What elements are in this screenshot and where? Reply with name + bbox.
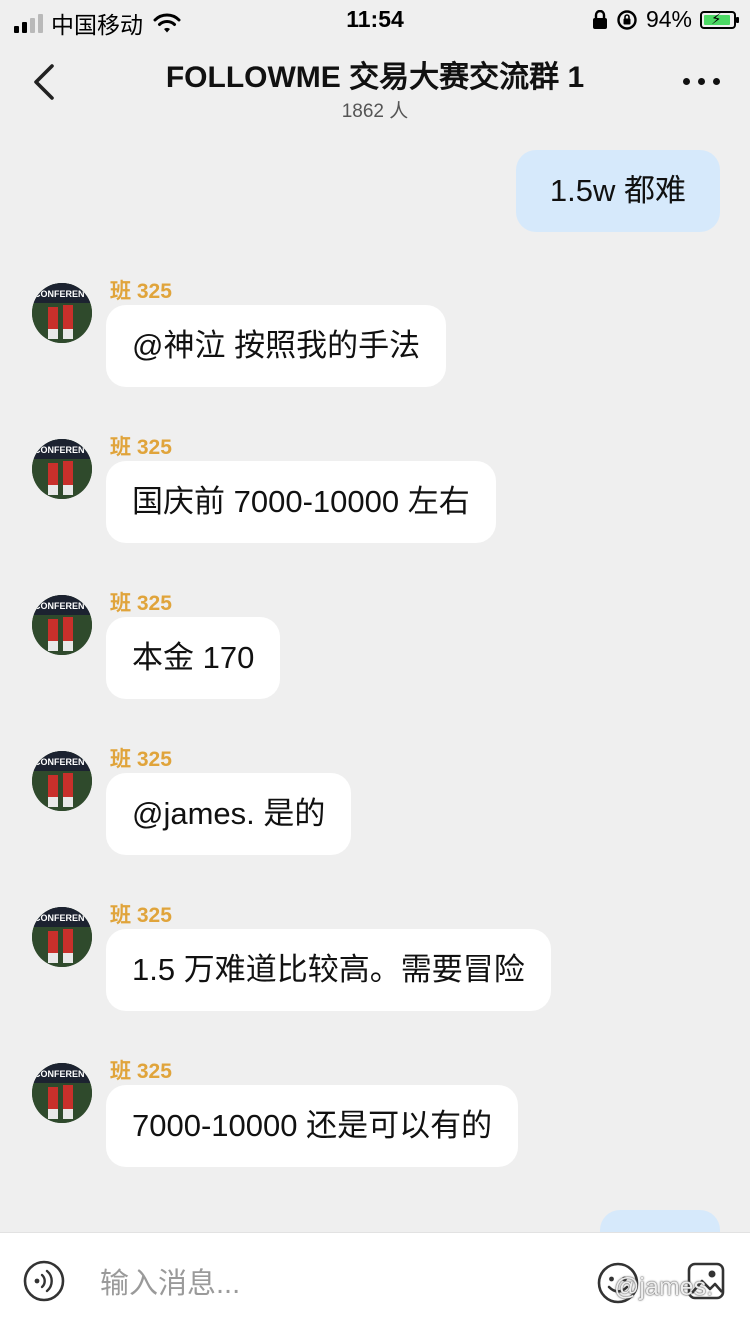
message-input[interactable] bbox=[98, 1263, 482, 1305]
sender-name: 班 325 bbox=[110, 280, 172, 303]
more-options-button[interactable] bbox=[683, 78, 720, 85]
incoming-message-bubble[interactable]: @神泣 按照我的手法 bbox=[106, 305, 447, 387]
status-bar: 中国移动 11:54 94% ⚡ bbox=[0, 0, 750, 40]
svg-text:CONFEREN: CONFEREN bbox=[34, 445, 85, 455]
outgoing-message-bubble[interactable]: 1.5w 都难 bbox=[515, 150, 720, 232]
sender-name: 班 325 bbox=[110, 904, 172, 927]
input-bar: @james. bbox=[0, 1232, 750, 1335]
member-count: 1862 人 bbox=[341, 101, 409, 122]
watermark-text: @james. bbox=[614, 1273, 714, 1301]
message-list[interactable]: 1.5w 都难 CONFEREN 班 325 @神泣 按照我的手法 CONFER… bbox=[0, 130, 750, 1232]
voice-icon[interactable] bbox=[22, 1259, 66, 1303]
chat-header: FOLLOWME 交易大赛交流群 1 1862 人 bbox=[0, 40, 750, 130]
svg-text:CONFEREN: CONFEREN bbox=[34, 601, 85, 611]
avatar[interactable]: CONFEREN bbox=[32, 751, 92, 811]
sender-name: 班 325 bbox=[110, 748, 172, 771]
lock-icon bbox=[592, 9, 607, 29]
more-dots-icon bbox=[683, 78, 690, 85]
chat-title: FOLLOWME 交易大赛交流群 1 bbox=[165, 61, 585, 94]
battery-percent: 94% bbox=[645, 6, 692, 32]
avatar[interactable]: CONFEREN bbox=[32, 907, 92, 967]
outgoing-message-bubble-partial[interactable] bbox=[600, 1210, 720, 1232]
incoming-message-bubble[interactable]: 本金 170 bbox=[106, 617, 281, 699]
incoming-message-bubble[interactable]: 7000-10000 还是可以有的 bbox=[106, 1085, 519, 1167]
incoming-message-bubble[interactable]: 国庆前 7000-10000 左右 bbox=[106, 461, 496, 543]
svg-text:CONFEREN: CONFEREN bbox=[34, 289, 85, 299]
incoming-message-bubble[interactable]: @james. 是的 bbox=[106, 773, 352, 855]
avatar[interactable]: CONFEREN bbox=[32, 439, 92, 499]
svg-text:CONFEREN: CONFEREN bbox=[34, 913, 85, 923]
avatar[interactable]: CONFEREN bbox=[32, 1063, 92, 1123]
sender-name: 班 325 bbox=[110, 436, 172, 459]
battery-icon: ⚡ bbox=[700, 10, 739, 29]
sender-name: 班 325 bbox=[110, 592, 172, 615]
avatar[interactable]: CONFEREN bbox=[32, 283, 92, 343]
incoming-message-bubble[interactable]: 1.5 万难道比较高。需要冒险 bbox=[106, 929, 551, 1011]
svg-text:CONFEREN: CONFEREN bbox=[34, 1069, 85, 1079]
rotation-lock-icon bbox=[617, 9, 637, 30]
sender-name: 班 325 bbox=[110, 1060, 172, 1083]
svg-text:CONFEREN: CONFEREN bbox=[34, 757, 85, 767]
status-right: 94% ⚡ bbox=[592, 6, 739, 33]
avatar[interactable]: CONFEREN bbox=[32, 595, 92, 655]
